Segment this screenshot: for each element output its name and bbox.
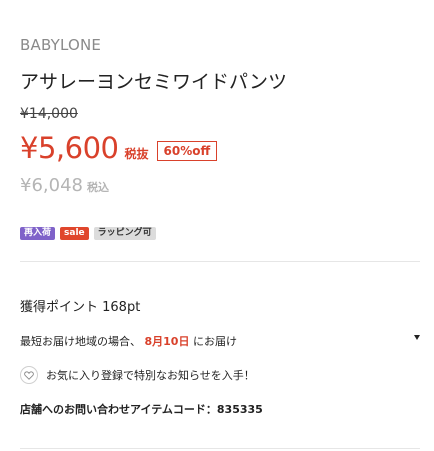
tax-included-price: ¥6,048 xyxy=(20,175,83,196)
wrapping-tag: ラッピング可 xyxy=(93,227,156,240)
delivery-date: 8月10日 xyxy=(144,335,190,348)
tax-included-label: 税込 xyxy=(86,181,109,194)
favorite-text: お気に入り登録で特別なお知らせを入手！ xyxy=(46,369,255,382)
brand-link[interactable]: BABYLONE xyxy=(20,36,101,54)
item-code-inquiry: 店舗へのお問い合わせアイテムコード：835335 xyxy=(20,403,263,416)
tax-excluded-label: 税抜 xyxy=(124,146,149,161)
delivery-prefix: 最短お届け地域の場合、 xyxy=(20,335,141,348)
sale-price-row: ¥5,600 税抜 60%off xyxy=(20,128,218,168)
sale-tag: sale xyxy=(60,227,89,240)
restock-tag: 再入荷 xyxy=(20,227,56,240)
product-title: アサレーヨンセミワイドパンツ xyxy=(20,71,287,93)
product-tags: 再入荷 sale ラッピング可 xyxy=(20,227,156,240)
delivery-estimate[interactable]: 最短お届け地域の場合、 8月10日 にお届け xyxy=(20,333,420,349)
sale-price: ¥5,600 xyxy=(20,131,119,165)
earned-points: 獲得ポイント 168pt xyxy=(20,300,141,315)
original-price: ¥14,000 xyxy=(20,106,78,122)
divider xyxy=(20,261,420,262)
favorite-row[interactable]: お気に入り登録で特別なお知らせを入手！ xyxy=(20,366,255,384)
heart-icon[interactable] xyxy=(20,366,38,384)
tax-included-row: ¥6,048 税込 xyxy=(20,175,109,196)
discount-badge: 60%off xyxy=(156,141,218,161)
divider xyxy=(20,448,420,449)
chevron-down-icon[interactable] xyxy=(414,335,420,340)
delivery-suffix: にお届け xyxy=(192,335,237,348)
